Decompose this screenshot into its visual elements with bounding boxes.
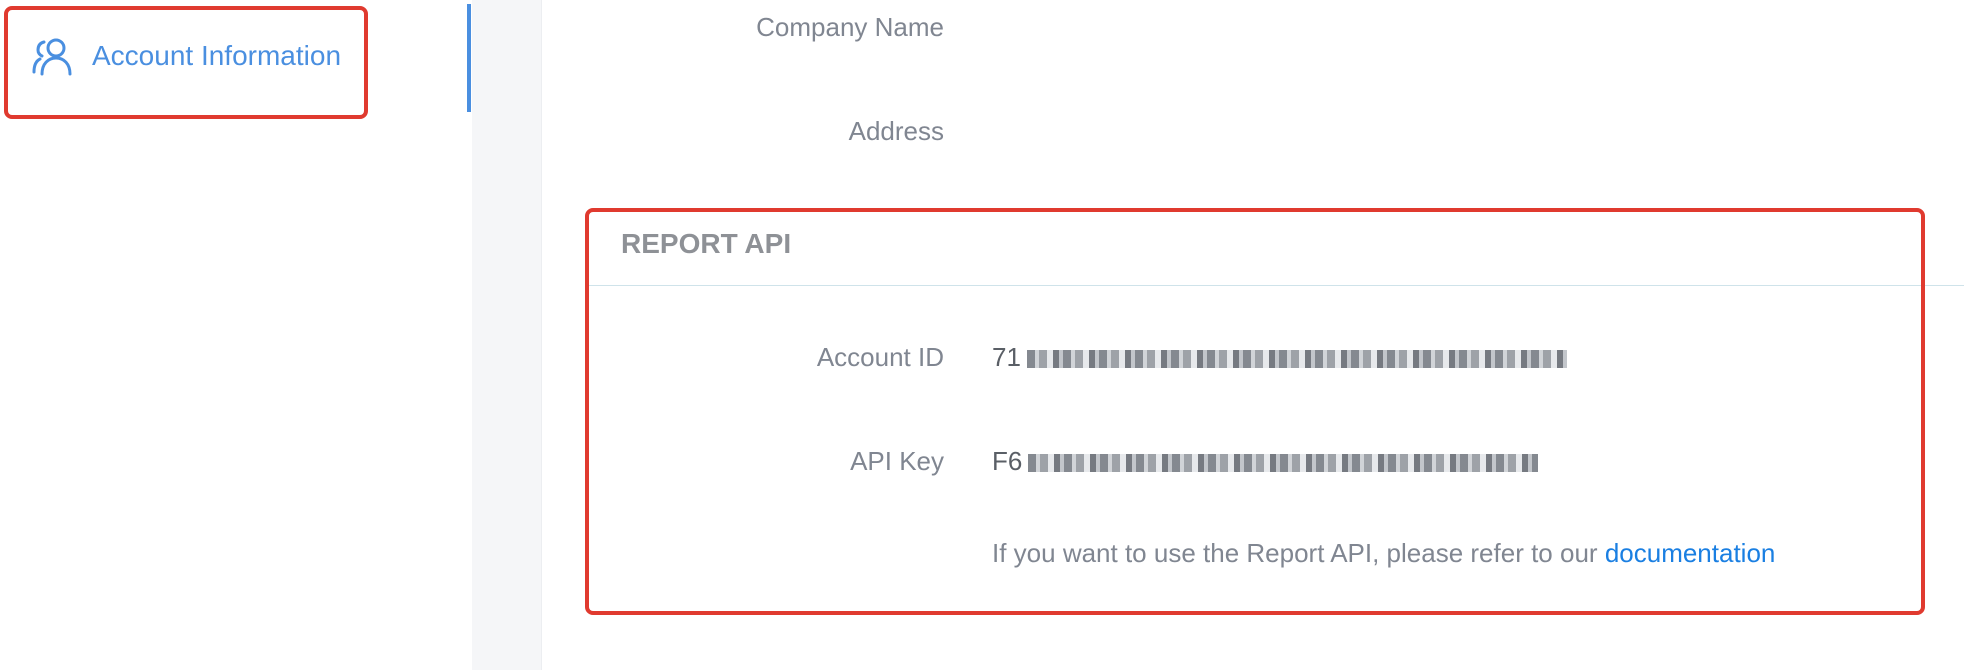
api-key-visible-prefix: F6 (992, 446, 1023, 476)
sidebar: Account Information (0, 0, 472, 670)
redacted-value (1026, 350, 1567, 369)
api-key-value: F6 (992, 446, 1539, 477)
content-gutter (472, 0, 542, 670)
users-icon (30, 36, 74, 76)
help-text: If you want to use the Report API, pleas… (992, 538, 1598, 568)
page: Account Information Company Name Address… (0, 0, 1964, 670)
report-api-help-text: If you want to use the Report API, pleas… (992, 538, 1775, 569)
main-content: Company Name Address REPORT API Account … (542, 0, 1964, 670)
address-label: Address (848, 116, 944, 146)
api-key-label: API Key (850, 446, 944, 476)
sidebar-item-label: Account Information (92, 40, 342, 71)
company-name-label: Company Name (756, 12, 944, 42)
report-api-title: REPORT API (621, 228, 792, 259)
account-id-visible-prefix: 71 (992, 342, 1021, 372)
report-api-section-header (587, 210, 1964, 286)
account-id-label: Account ID (816, 342, 944, 372)
sidebar-item-account-information[interactable]: Account Information (0, 0, 472, 112)
active-indicator (467, 4, 471, 112)
account-id-value: 71 (992, 342, 1567, 373)
redacted-value (1028, 454, 1539, 473)
documentation-link[interactable]: documentation (1605, 538, 1776, 568)
